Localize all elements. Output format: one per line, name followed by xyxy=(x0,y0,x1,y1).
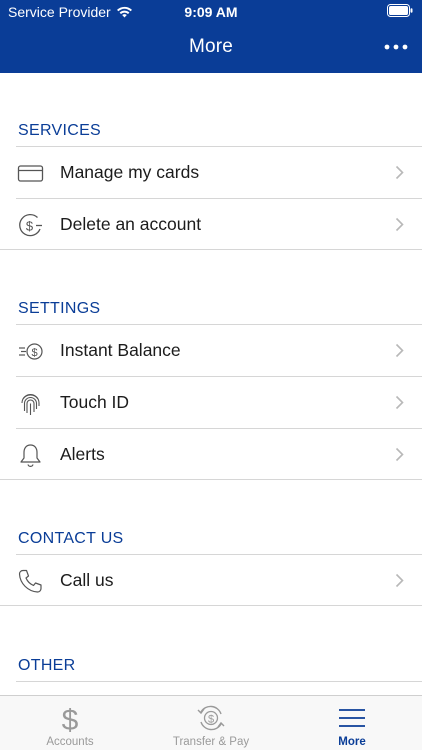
more-horizontal-icon[interactable] xyxy=(384,38,408,56)
transfer-icon: $ xyxy=(197,705,225,731)
tab-accounts[interactable]: $ Accounts xyxy=(0,696,140,750)
chevron-right-icon xyxy=(395,395,404,410)
chevron-right-icon xyxy=(395,447,404,462)
dollar-circle-minus-icon: $ xyxy=(19,213,42,237)
status-bar: Service Provider 9:09 AM xyxy=(0,0,422,24)
section-header-contact-us: CONTACT US xyxy=(18,530,124,547)
menu-item-call-us[interactable]: Call us xyxy=(0,555,422,607)
menu-item-label: Delete an account xyxy=(60,214,202,234)
section-header-services: SERVICES xyxy=(18,122,102,139)
dollar-icon: $ xyxy=(62,704,79,734)
chevron-right-icon xyxy=(395,217,404,232)
menu-item-instant-balance[interactable]: $ Instant Balance xyxy=(0,325,422,377)
menu-item-touch-id[interactable]: Touch ID xyxy=(0,377,422,429)
svg-text:$: $ xyxy=(31,347,37,359)
tab-transfer-pay[interactable]: $ Transfer & Pay xyxy=(141,696,281,750)
card-icon xyxy=(17,165,44,182)
bell-icon xyxy=(20,444,41,467)
chevron-right-icon xyxy=(395,343,404,358)
menu-item-label: Call us xyxy=(60,570,114,590)
fast-dollar-icon: $ xyxy=(19,343,43,360)
tab-label: More xyxy=(338,736,366,748)
section-divider xyxy=(0,605,422,606)
menu-item-label: Manage my cards xyxy=(60,162,200,182)
tab-more[interactable]: More xyxy=(282,696,422,750)
section-divider xyxy=(0,249,422,250)
fingerprint-icon xyxy=(21,394,40,415)
more-menu-list: SERVICES Manage my cards $ Delete an acc… xyxy=(0,73,422,695)
chevron-right-icon xyxy=(395,165,404,180)
svg-text:$: $ xyxy=(26,219,34,234)
battery-icon xyxy=(387,4,413,17)
section-header-settings: SETTINGS xyxy=(18,300,101,317)
menu-item-label: Touch ID xyxy=(60,392,130,412)
chevron-right-icon xyxy=(395,573,404,588)
status-time: 9:09 AM xyxy=(184,4,238,20)
menu-item-label: Alerts xyxy=(60,444,105,464)
svg-text:$: $ xyxy=(208,713,214,725)
page-title: More xyxy=(188,36,234,57)
svg-text:$: $ xyxy=(62,704,79,734)
phone-icon xyxy=(18,569,42,593)
tab-label: Transfer & Pay xyxy=(172,736,250,748)
section-header-other: OTHER xyxy=(18,657,76,674)
menu-item-alerts[interactable]: Alerts xyxy=(0,429,422,481)
tab-label: Accounts xyxy=(46,736,94,748)
app-header: Service Provider 9:09 AM More xyxy=(0,0,422,73)
divider xyxy=(16,681,422,682)
section-divider xyxy=(0,479,422,480)
menu-item-delete-account[interactable]: $ Delete an account xyxy=(0,199,422,251)
menu-item-label: Instant Balance xyxy=(60,340,181,360)
menu-icon xyxy=(339,709,365,727)
menu-item-manage-cards[interactable]: Manage my cards xyxy=(0,147,422,199)
tab-bar: $ Accounts $ Transfer & Pay More xyxy=(0,695,422,750)
